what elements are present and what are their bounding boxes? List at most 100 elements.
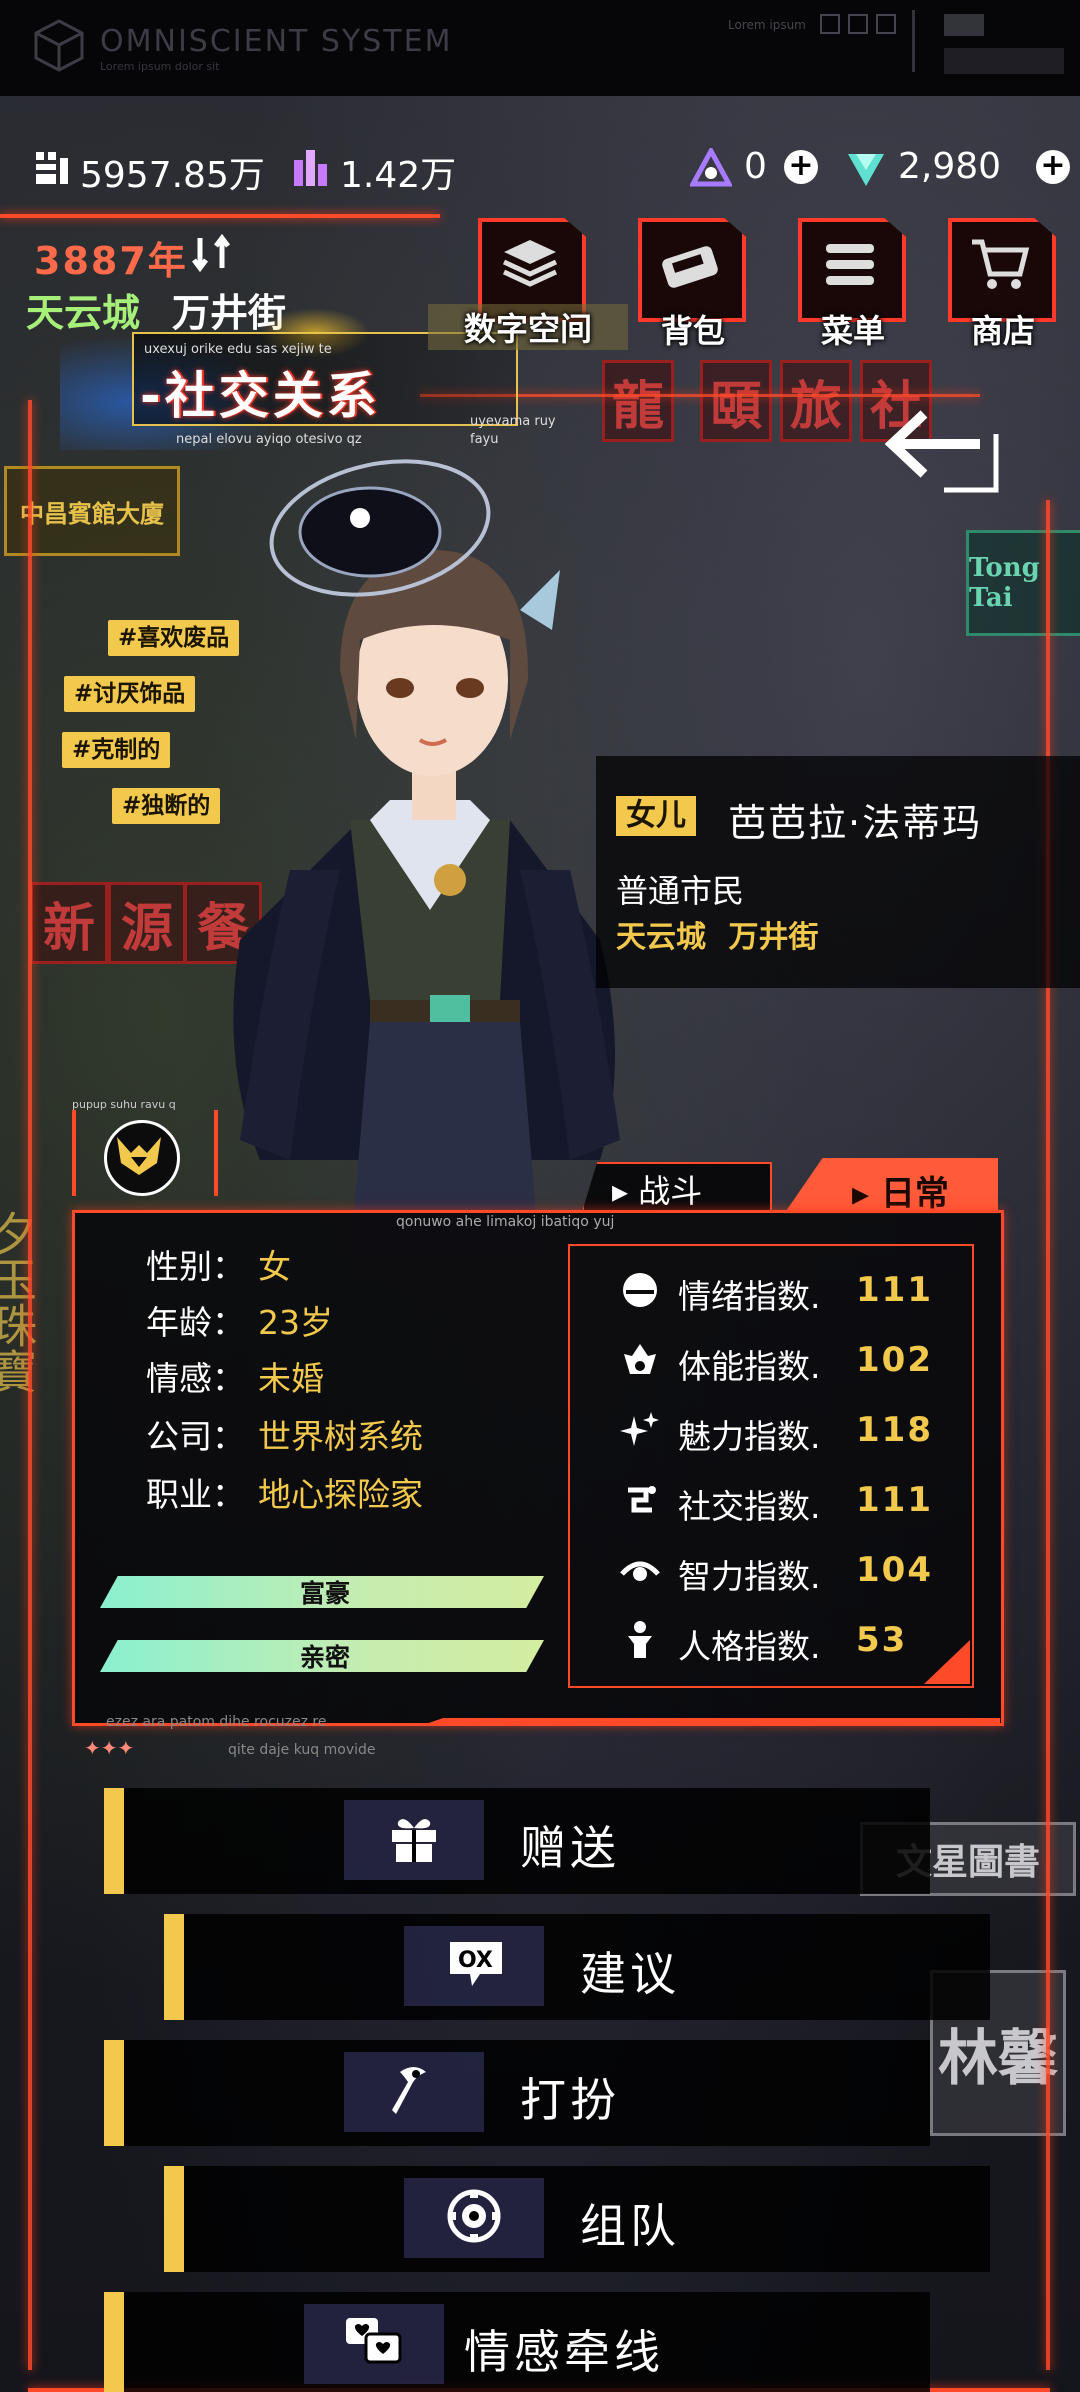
location-city: 天云城 bbox=[26, 291, 141, 335]
index-value-stamina: 102 bbox=[856, 1340, 933, 1380]
attr-value-job: 地心探险家 bbox=[258, 1475, 423, 1514]
cube-logo-icon bbox=[34, 19, 84, 72]
character-name: 芭芭拉·法蒂玛 bbox=[728, 801, 983, 845]
attr-label-gender: 性别： bbox=[146, 1247, 245, 1286]
suggest-button[interactable]: OX 建议 bbox=[164, 1914, 990, 2020]
person-icon bbox=[628, 1621, 652, 1658]
attr-label-marital: 情感： bbox=[146, 1359, 245, 1398]
personality-tag: #讨厌饰品 bbox=[64, 676, 196, 712]
bg-sign: 源 bbox=[108, 882, 186, 964]
cart-icon bbox=[972, 239, 1030, 289]
social-icon bbox=[628, 1486, 656, 1513]
action-label: 赠送 bbox=[520, 1821, 620, 1875]
coin-stack-icon bbox=[36, 152, 68, 184]
mood-icon bbox=[623, 1273, 657, 1307]
bg-sign: Tong Tai bbox=[966, 530, 1080, 636]
svg-text:OX: OX bbox=[458, 1948, 493, 1973]
crystals-value: 1.42万 bbox=[340, 155, 457, 196]
index-value-intellect: 104 bbox=[856, 1550, 933, 1590]
personality-tag: #克制的 bbox=[62, 732, 171, 768]
tab-battle-label: ▸ 战斗 bbox=[612, 1172, 703, 1210]
attr-value-age: 23岁 bbox=[258, 1303, 333, 1342]
index-label-social: 社交指数. bbox=[678, 1487, 821, 1526]
attr-label-age: 年龄： bbox=[146, 1303, 245, 1342]
swap-icon[interactable] bbox=[190, 232, 236, 274]
character-city: 天云城 bbox=[616, 920, 706, 955]
bg-sign: 頤 bbox=[700, 360, 772, 442]
menu-digital-space[interactable]: 数字空间 bbox=[428, 218, 628, 350]
personality-tag: #独断的 bbox=[112, 788, 221, 824]
glitch-block bbox=[944, 48, 1064, 74]
bg-vertical-sign: 夕玉珠寶 bbox=[0, 1210, 38, 1394]
attr-label-job: 职业： bbox=[146, 1475, 245, 1514]
menu-label: 背包 bbox=[660, 312, 725, 350]
menu-menu[interactable]: 菜单 bbox=[798, 218, 908, 350]
system-subtitle: Lorem ipsum dolor sit bbox=[100, 60, 220, 73]
bar-label: 亲密 bbox=[299, 1643, 350, 1672]
system-corner-text: Lorem ipsum bbox=[728, 18, 806, 32]
index-value-social: 111 bbox=[856, 1480, 933, 1520]
action-label: 情感牵线 bbox=[464, 2325, 664, 2379]
neon-line bbox=[420, 1718, 1000, 1726]
sparkle-icon bbox=[620, 1412, 659, 1446]
action-label: 建议 bbox=[580, 1947, 680, 2001]
character-status: 普通市民 bbox=[616, 872, 745, 910]
menu-label: 菜单 bbox=[820, 312, 885, 350]
index-label-mood: 情绪指数. bbox=[678, 1277, 821, 1316]
gift-button[interactable]: 赠送 bbox=[104, 1788, 930, 1894]
gem-icon bbox=[848, 154, 884, 186]
menu-icon bbox=[826, 244, 874, 285]
action-label: 组队 bbox=[580, 2199, 680, 2253]
section-caption: uxexuj orike edu sas xejiw te bbox=[144, 342, 332, 357]
year-display: 3887年 bbox=[34, 239, 188, 283]
stats-caption: qite daje kuq movide bbox=[228, 1742, 376, 1758]
window-box-icon bbox=[876, 14, 896, 34]
tab-daily-text: 日常 bbox=[880, 1174, 949, 1214]
layers-icon bbox=[502, 240, 558, 287]
back-arrow-icon[interactable] bbox=[884, 400, 1014, 510]
system-title: OMNISCIENT SYSTEM bbox=[100, 24, 453, 59]
neon-line bbox=[28, 400, 32, 2370]
personality-tag: #喜欢废品 bbox=[108, 620, 240, 656]
menu-label: 数字空间 bbox=[428, 304, 628, 350]
action-label: 打扮 bbox=[520, 2073, 620, 2127]
neon-line bbox=[0, 214, 440, 218]
character-location: 天云城 万井街 bbox=[616, 912, 818, 956]
hearts-chat-icon bbox=[346, 2318, 402, 2364]
window-box-icon bbox=[848, 14, 868, 34]
relation-badge: 女儿 bbox=[616, 796, 696, 836]
chat-ox-icon: OX bbox=[450, 1942, 502, 1986]
section-title: -社交关系 bbox=[140, 367, 381, 425]
index-label-stamina: 体能指数. bbox=[678, 1347, 821, 1386]
bar-label: 富豪 bbox=[299, 1579, 350, 1608]
index-label-intellect: 智力指数. bbox=[678, 1557, 821, 1596]
gems-value: 2,980 bbox=[898, 146, 1002, 187]
add-triangle-button[interactable]: + bbox=[784, 150, 818, 184]
tab-daily-label: ▸ 日常 bbox=[852, 1174, 949, 1214]
menu-bag[interactable]: 背包 bbox=[638, 218, 748, 350]
index-value-personality: 53 bbox=[856, 1620, 908, 1660]
menu-shop[interactable]: 商店 bbox=[948, 218, 1058, 350]
add-gems-button[interactable]: + bbox=[1036, 150, 1070, 184]
attr-value-company: 世界树系统 bbox=[258, 1417, 423, 1456]
section-caption: uyevama ruy bbox=[470, 414, 556, 429]
coins-value: 5957.85万 bbox=[80, 155, 265, 196]
matchmaking-button[interactable]: 情感牵线 bbox=[104, 2292, 930, 2392]
index-label-personality: 人格指数. bbox=[678, 1627, 821, 1666]
triangle-token-icon bbox=[690, 148, 732, 187]
character-street: 万井街 bbox=[728, 920, 819, 955]
attr-label-company: 公司： bbox=[146, 1417, 245, 1456]
stats-caption: ezez ara patom dihe rocuzez re bbox=[106, 1714, 327, 1730]
dress-up-button[interactable]: 打扮 bbox=[104, 2040, 930, 2146]
team-button[interactable]: 组队 bbox=[164, 2166, 990, 2272]
avatar-button[interactable] bbox=[104, 1120, 180, 1196]
bg-sign: 龍 bbox=[602, 360, 674, 442]
window-box-icon bbox=[820, 14, 840, 34]
glitch-block bbox=[944, 14, 984, 36]
bg-sign: 新 bbox=[30, 882, 108, 964]
bag-icon bbox=[662, 246, 718, 288]
gift-icon bbox=[392, 1819, 436, 1862]
fire-icon bbox=[624, 1344, 656, 1374]
attr-value-gender: 女 bbox=[258, 1247, 291, 1286]
tab-battle-text: 战斗 bbox=[638, 1172, 703, 1210]
